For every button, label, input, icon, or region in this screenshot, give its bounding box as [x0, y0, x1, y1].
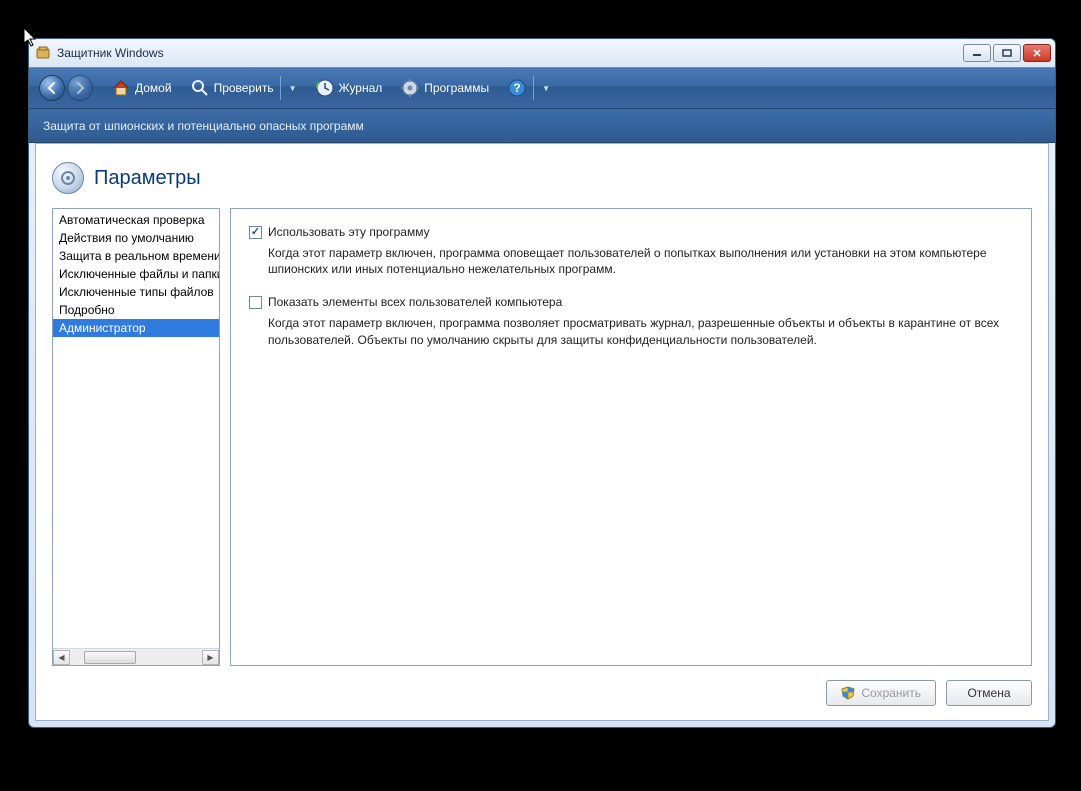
scroll-left-button[interactable]: ◀ [53, 650, 70, 665]
option-use-program-desc: Когда этот параметр включен, программа о… [268, 245, 1013, 277]
chevron-down-icon[interactable]: ▼ [542, 84, 550, 93]
cancel-button[interactable]: Отмена [946, 680, 1032, 706]
option-show-all-users-label[interactable]: Показать элементы всех пользователей ком… [268, 295, 562, 309]
toolbar-help[interactable]: ? ▼ [499, 72, 558, 104]
forward-button[interactable] [67, 75, 93, 101]
svg-text:?: ? [513, 81, 520, 95]
sidebar-item[interactable]: Администратор [53, 319, 219, 337]
save-button-label: Сохранить [861, 686, 921, 700]
sidebar-item[interactable]: Автоматическая проверка [53, 211, 219, 229]
sidebar-hscrollbar[interactable]: ◀ ▶ [53, 648, 219, 665]
scroll-thumb[interactable] [84, 651, 136, 664]
settings-panel: Использовать эту программу Когда этот па… [230, 208, 1032, 666]
chevron-down-icon[interactable]: ▼ [289, 84, 297, 93]
toolbar-check[interactable]: Проверить ▼ [182, 72, 305, 104]
help-icon: ? [507, 78, 527, 98]
app-window: Защитник Windows ✕ Домой Проверить [28, 38, 1056, 728]
window-title: Защитник Windows [57, 46, 164, 60]
toolbar-history[interactable]: Журнал [307, 74, 391, 102]
gear-icon [400, 78, 420, 98]
option-use-program-label[interactable]: Использовать эту программу [268, 225, 430, 239]
scroll-track[interactable] [70, 650, 202, 665]
option-show-all-users: Показать элементы всех пользователей ком… [249, 295, 1013, 347]
toolbar-programs[interactable]: Программы [392, 74, 497, 102]
shield-icon [841, 686, 855, 700]
save-button[interactable]: Сохранить [826, 680, 936, 706]
page-title: Параметры [52, 156, 1032, 208]
toolbar: Домой Проверить ▼ Журнал Программы ? [29, 67, 1055, 109]
back-button[interactable] [39, 75, 65, 101]
subheader-text: Защита от шпионских и потенциально опасн… [43, 119, 364, 133]
page-heading: Параметры [94, 167, 201, 190]
checkbox-use-program[interactable] [249, 226, 262, 239]
sidebar-item[interactable]: Подробно [53, 301, 219, 319]
option-use-program: Использовать эту программу Когда этот па… [249, 225, 1013, 277]
search-icon [190, 78, 210, 98]
checkbox-show-all-users[interactable] [249, 296, 262, 309]
clock-icon [315, 78, 335, 98]
sidebar-item[interactable]: Действия по умолчанию [53, 229, 219, 247]
cancel-button-label: Отмена [967, 686, 1010, 700]
scroll-right-button[interactable]: ▶ [202, 650, 219, 665]
toolbar-programs-label: Программы [424, 81, 489, 95]
sidebar-item[interactable]: Защита в реальном времени [53, 247, 219, 265]
content-area: Параметры Автоматическая проверкаДействи… [35, 143, 1049, 721]
toolbar-check-label: Проверить [214, 81, 274, 95]
toolbar-history-label: Журнал [339, 81, 383, 95]
subheader: Защита от шпионских и потенциально опасн… [29, 109, 1055, 143]
home-icon [111, 78, 131, 98]
dialog-buttons: Сохранить Отмена [52, 666, 1032, 706]
toolbar-home-label: Домой [135, 81, 172, 95]
minimize-button[interactable] [963, 44, 991, 62]
gear-icon [52, 162, 84, 194]
close-button[interactable]: ✕ [1023, 44, 1051, 62]
option-show-all-users-desc: Когда этот параметр включен, программа п… [268, 315, 1013, 347]
settings-sidebar: Автоматическая проверкаДействия по умолч… [52, 208, 220, 666]
titlebar[interactable]: Защитник Windows ✕ [29, 39, 1055, 67]
maximize-button[interactable] [993, 44, 1021, 62]
sidebar-item[interactable]: Исключенные типы файлов [53, 283, 219, 301]
toolbar-home[interactable]: Домой [103, 74, 180, 102]
sidebar-item[interactable]: Исключенные файлы и папки [53, 265, 219, 283]
